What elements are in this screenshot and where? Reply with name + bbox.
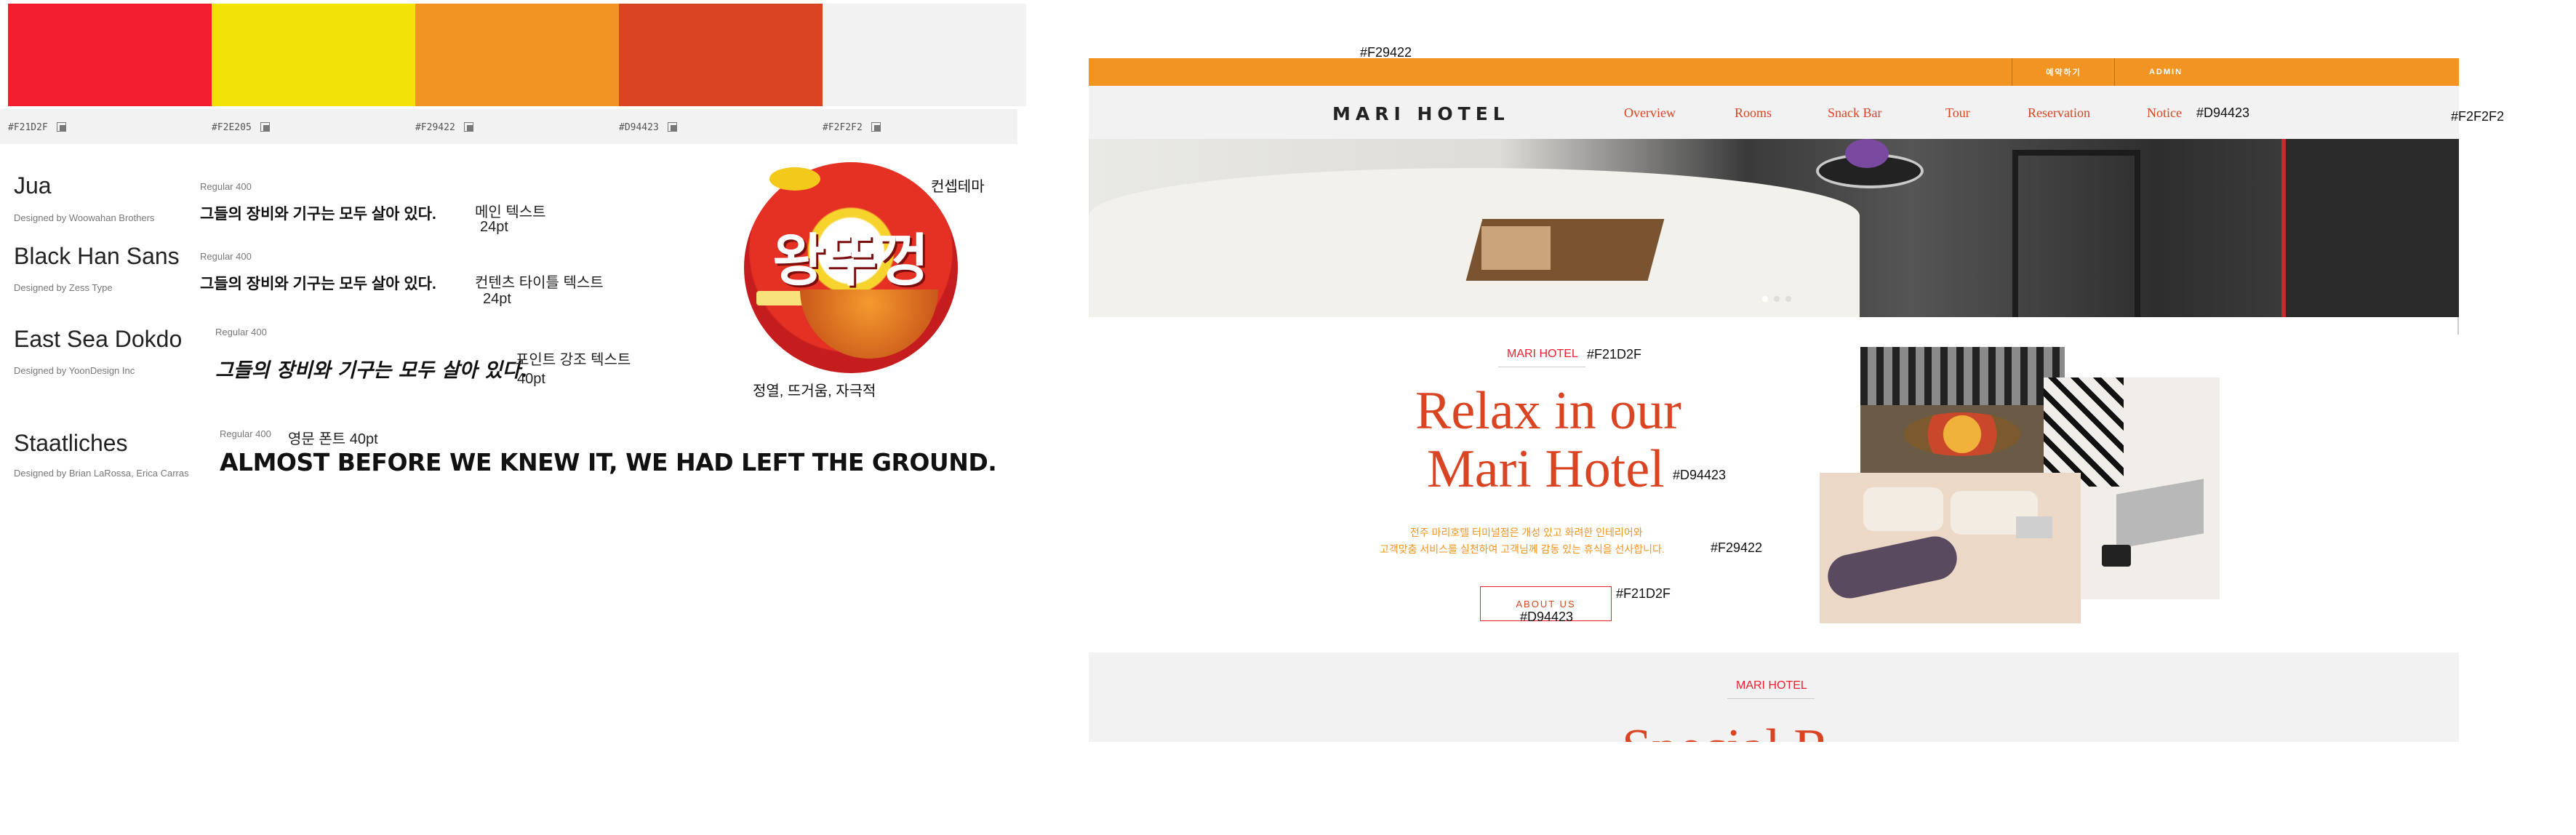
font-usage-note: 포인트 강조 텍스트	[516, 352, 631, 368]
photo-headboard-pattern	[2044, 377, 2124, 487]
nav-color-annotation: #D94423	[2196, 105, 2250, 120]
font-weight: Regular 400	[220, 428, 271, 439]
hero-laptop	[1481, 226, 1551, 270]
carousel-dot[interactable]	[1785, 296, 1791, 302]
color-swatch-label: #F29422	[415, 122, 473, 133]
color-swatch-label: #F2F2F2	[823, 122, 881, 133]
concept-theme-title: 컨셉테마	[931, 179, 985, 195]
admin-top-button[interactable]: ADMIN	[2114, 58, 2217, 86]
about-button-text-annotation: #D94423	[1520, 610, 1574, 624]
color-hex-text: #F21D2F	[8, 122, 48, 133]
font-size-note: 24pt	[483, 291, 511, 307]
special-section-title: Special R	[1622, 718, 1830, 742]
color-swatch-label: #D94423	[619, 122, 677, 133]
font-usage-note: 메인 텍스트	[475, 204, 546, 220]
nav-notice[interactable]: Notice	[2147, 105, 2182, 121]
about-body-line2: 고객맞춤 서비스를 실천하여 고객님께 감동 있는 휴식을 선사합니다.	[1380, 543, 1665, 555]
color-swatch	[415, 4, 619, 106]
font-designer: Designed by Woowahan Brothers	[14, 212, 155, 223]
font-designer: Designed by Zess Type	[14, 282, 113, 293]
font-sample: 그들의 장비와 기구는 모두 살아 있다.	[200, 206, 436, 223]
hero-bed	[1089, 168, 1860, 317]
photo-laptop	[2116, 479, 2204, 549]
concept-caption: 정열, 뜨거움, 자극적	[753, 383, 876, 399]
font-sample: 그들의 장비와 기구는 모두 살아 있다.	[215, 359, 527, 382]
room-photo-dining	[1860, 347, 2065, 473]
color-swatch	[823, 4, 1026, 106]
color-swatch-label: #F2E205	[212, 122, 270, 133]
hero-desk	[2281, 139, 2459, 317]
room-photo-bed	[1820, 473, 2081, 623]
color-hex-text: #F29422	[415, 122, 455, 133]
color-swatch	[212, 4, 415, 106]
photo-fruit-platter	[1904, 412, 2020, 456]
font-name: Jua	[14, 172, 52, 199]
font-sample: ALMOST BEFORE WE KNEW IT, WE HAD LEFT TH…	[220, 448, 997, 476]
about-section-label: MARI HOTEL	[1507, 348, 1578, 360]
photo-flowers	[1823, 532, 1961, 603]
nav-rooms[interactable]: Rooms	[1735, 105, 1772, 121]
nav-overview[interactable]: Overview	[1624, 105, 1676, 121]
copy-icon[interactable]	[56, 122, 66, 132]
about-title-line1: Relax in our	[1415, 381, 1681, 441]
font-name: East Sea Dokdo	[14, 326, 183, 352]
nav-reservation[interactable]: Reservation	[2028, 105, 2090, 121]
scroll-edge	[2457, 317, 2459, 335]
font-weight: Regular 400	[215, 327, 267, 337]
special-rooms-section: MARI HOTEL Special R	[1089, 652, 2459, 742]
color-swatch	[8, 4, 212, 106]
about-button-border-annotation: #F21D2F	[1616, 586, 1671, 601]
hero-banner-image	[1089, 139, 2459, 317]
photo-laptop	[2016, 516, 2052, 538]
color-hex-text: #D94423	[619, 122, 659, 133]
hotel-navbar	[1089, 86, 2459, 139]
color-hex-text: #F2E205	[212, 122, 252, 133]
carousel-dot[interactable]	[1762, 296, 1768, 302]
about-body-annotation: #F29422	[1711, 540, 1763, 555]
color-swatch-label: #F21D2F	[8, 122, 66, 133]
color-swatch	[619, 4, 823, 106]
copy-icon[interactable]	[463, 122, 473, 132]
reservation-top-button[interactable]: 예약하기	[2012, 58, 2115, 86]
hotel-logo[interactable]: MARI HOTEL	[1332, 103, 1510, 124]
ramen-product-name: 왕뚜껑	[772, 228, 929, 294]
nav-snack-bar[interactable]: Snack Bar	[1828, 105, 1881, 121]
copy-icon[interactable]	[667, 122, 677, 132]
font-weight: Regular 400	[200, 181, 252, 192]
about-title-annotation: #D94423	[1673, 468, 1727, 482]
copy-icon[interactable]	[260, 122, 270, 132]
font-size-note: 24pt	[480, 219, 508, 235]
font-weight: Regular 400	[200, 251, 252, 262]
font-size-note: 40pt	[517, 371, 545, 387]
hero-chair	[2012, 150, 2140, 317]
nav-bg-annotation: #F2F2F2	[2451, 109, 2505, 124]
ramen-brand-badge	[769, 167, 820, 191]
copy-icon[interactable]	[871, 122, 881, 132]
photo-cup	[2102, 545, 2131, 567]
font-designer: Designed by Brian LaRossa, Erica Carras	[14, 468, 189, 479]
font-usage-note: 컨텐츠 타이틀 텍스트	[475, 275, 604, 291]
hero-flowers	[1845, 139, 1889, 168]
about-body-line1: 전주 마리호텔 터미널점은 개성 있고 화려한 인테리어와	[1410, 527, 1643, 538]
photo-pillow	[1863, 487, 1943, 531]
hero-carousel-dots[interactable]	[1762, 292, 1797, 305]
special-section-label: MARI HOTEL	[1736, 679, 1807, 692]
font-usage-note: 영문 폰트 40pt	[288, 431, 378, 447]
about-title-line2: Mari Hotel	[1427, 439, 1665, 499]
color-hex-text: #F2F2F2	[823, 122, 863, 133]
nav-tour[interactable]: Tour	[1945, 105, 1970, 121]
carousel-dot[interactable]	[1774, 296, 1780, 302]
font-name: Black Han Sans	[14, 243, 180, 269]
font-sample: 그들의 장비와 기구는 모두 살아 있다.	[200, 276, 436, 292]
font-designer: Designed by YoonDesign Inc	[14, 365, 135, 376]
about-label-annotation: #F21D2F	[1587, 347, 1642, 361]
photo-window-slats	[1860, 347, 2065, 405]
font-name: Staatliches	[14, 430, 128, 456]
hotel-topbar	[1089, 58, 2459, 86]
special-label-underline	[1727, 698, 1815, 699]
